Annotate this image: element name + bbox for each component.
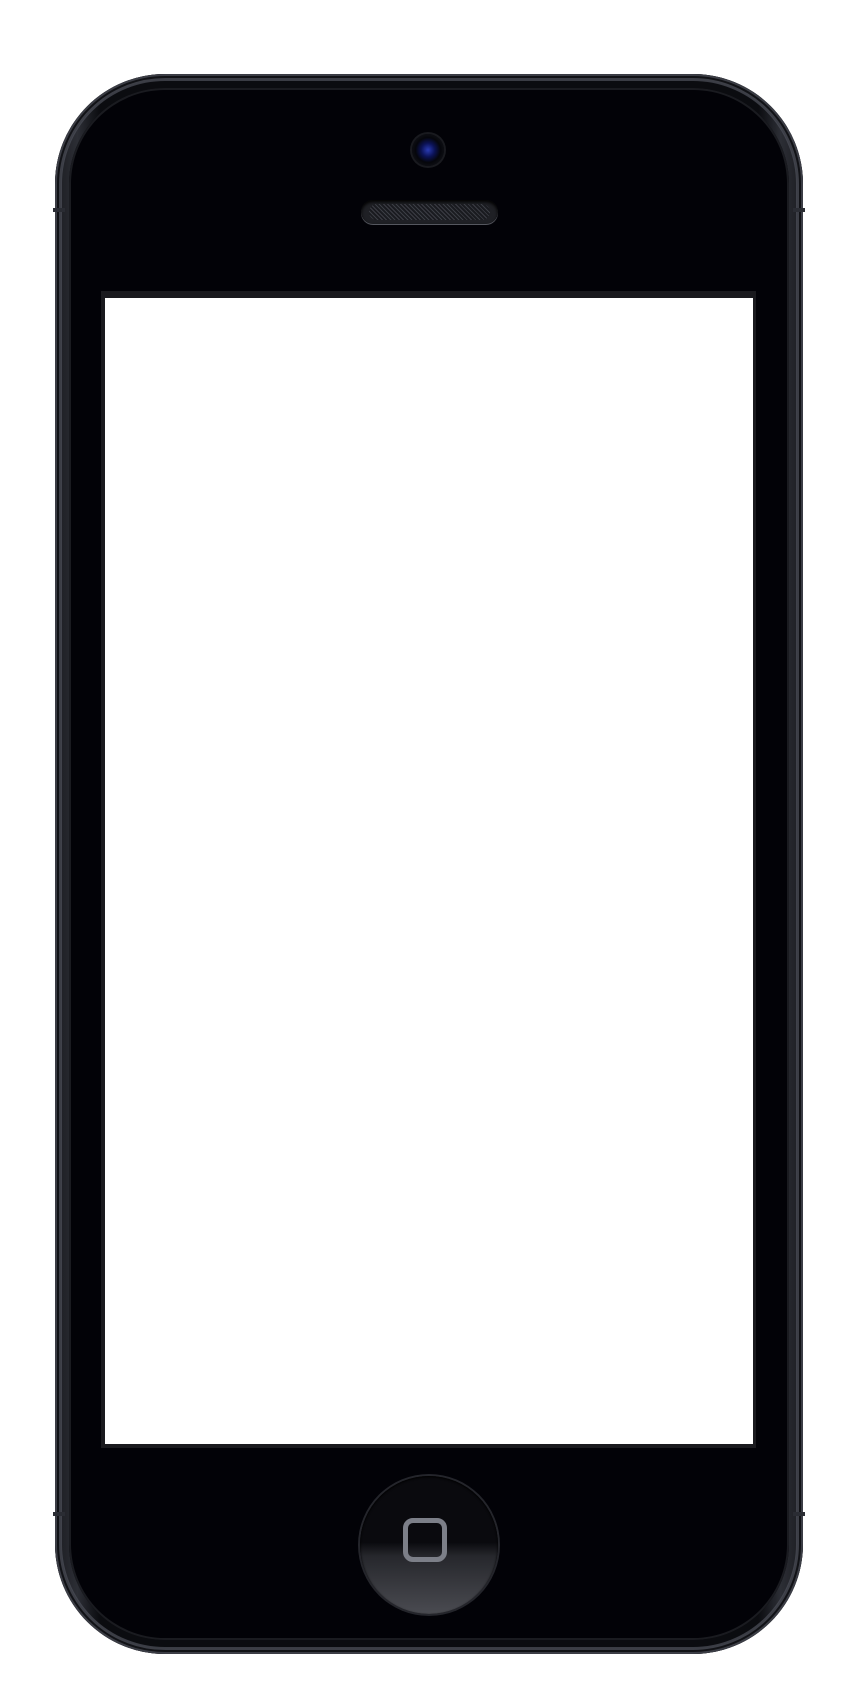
home-button[interactable] [360,1476,498,1614]
front-camera-icon [412,134,444,166]
antenna-band-bottom-right [793,1512,805,1516]
phone-screen[interactable] [105,298,753,1444]
earpiece-speaker [361,200,498,224]
rounded-square-icon [403,1518,447,1562]
speaker-grille-icon [369,204,490,220]
antenna-band-top-right [793,208,805,212]
antenna-band-bottom-left [53,1512,65,1516]
antenna-band-top-left [53,208,65,212]
